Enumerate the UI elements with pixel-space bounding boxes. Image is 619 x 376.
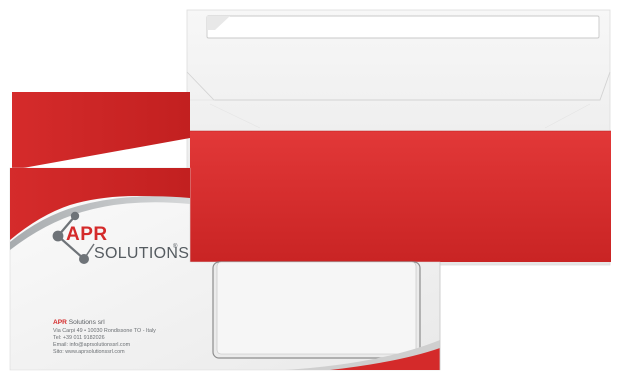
sender-tel: Tel: +39 011 9182026	[53, 335, 105, 341]
sender-email: Email: info@aprsolutionssrl.com	[53, 342, 131, 348]
sender-site: Sito: www.aprsolutionssrl.com	[53, 349, 125, 355]
red-band	[190, 131, 611, 262]
envelope-mockup-scene: APR SOLUTIONS ® APR Solutions srl Via Ca…	[0, 0, 619, 376]
adhesive-strip	[206, 15, 600, 39]
sender-street: Via Carpi 49 • 10030 Rondissone TO - Ita…	[53, 328, 156, 334]
front-flap-red	[12, 92, 190, 170]
brand-apr-text: APR	[66, 224, 108, 245]
registered-mark: ®	[173, 244, 178, 250]
sender-company-prefix: APR	[53, 319, 67, 326]
sender-company-rest: Solutions srl	[66, 319, 105, 326]
sender-company-name: APR Solutions srl	[53, 319, 105, 327]
